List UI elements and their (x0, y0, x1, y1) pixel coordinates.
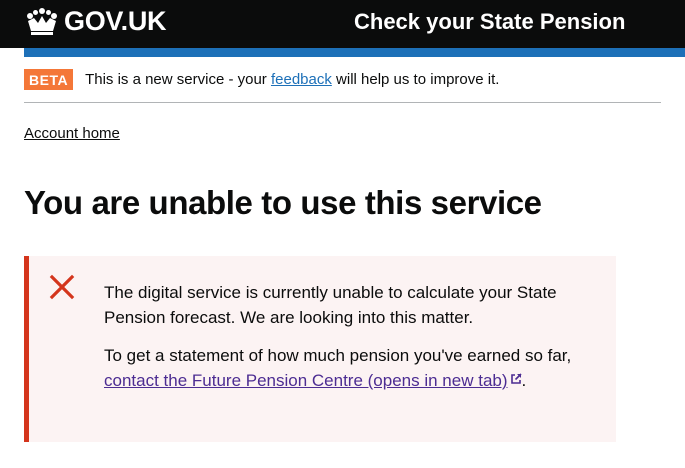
error-message: The digital service is currently unable … (104, 280, 584, 406)
service-name-link[interactable]: Check your State Pension (354, 9, 625, 35)
cross-icon (49, 274, 75, 300)
govuk-logo-link[interactable]: GOV.UK (24, 6, 167, 37)
header-accent-bar (24, 48, 685, 57)
account-home-link[interactable]: Account home (24, 125, 120, 142)
future-pension-centre-link-text: contact the Future Pension Centre (opens… (104, 371, 508, 390)
page-title: You are unable to use this service (24, 184, 542, 221)
phase-banner-text: This is a new service - your feedback wi… (85, 69, 499, 91)
error-paragraph-2-text: To get a statement of how much pension y… (104, 346, 572, 365)
beta-tag: BETA (24, 69, 74, 90)
phase-banner: BETA This is a new service - your feedba… (24, 69, 661, 103)
phase-text-before: This is a new service - your (85, 71, 271, 88)
logo-text: GOV.UK (64, 6, 167, 36)
error-paragraph-2: To get a statement of how much pension y… (104, 343, 584, 393)
phase-text-after: will help us to improve it. (331, 71, 500, 88)
error-panel: The digital service is currently unable … (24, 256, 616, 442)
external-link-icon (510, 373, 522, 384)
future-pension-centre-link[interactable]: contact the Future Pension Centre (opens… (104, 371, 522, 390)
crown-icon (27, 7, 57, 35)
error-paragraph-2-end: . (521, 371, 527, 390)
site-header: GOV.UK Check your State Pension (0, 0, 685, 48)
feedback-link[interactable]: feedback (271, 71, 332, 88)
error-paragraph-1: The digital service is currently unable … (104, 283, 557, 327)
